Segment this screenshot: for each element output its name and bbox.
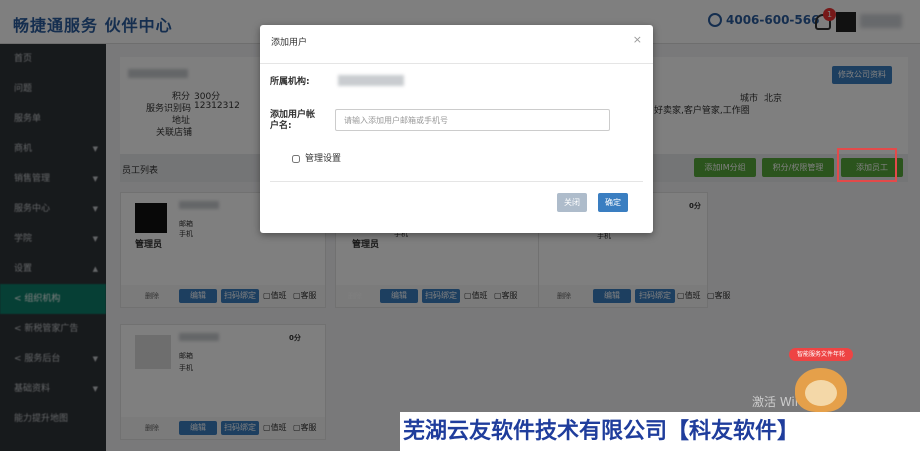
dialog-title: 添加用户 [271, 38, 308, 48]
mascot-face [805, 380, 837, 406]
admin-checkbox-input[interactable] [292, 154, 300, 163]
org-label: 所属机构: [270, 77, 310, 87]
cancel-button[interactable]: 关闭 [557, 193, 587, 212]
highlight-box [837, 148, 897, 182]
mascot-tag[interactable]: 智能服务文件年轮 [789, 348, 853, 361]
company-watermark: 芜湖云友软件技术有限公司【科友软件】 [400, 412, 920, 451]
add-user-dialog: 添加用户 × 所属机构: 添加用户帐户名: 管理设置 关闭 确定 [260, 25, 653, 233]
account-input[interactable] [335, 109, 610, 131]
confirm-button[interactable]: 确定 [598, 193, 628, 212]
account-label: 添加用户帐户名: [270, 110, 316, 131]
admin-checkbox-label: 管理设置 [305, 154, 342, 164]
divider [260, 63, 653, 64]
monkey-mascot-icon[interactable] [795, 368, 847, 412]
admin-checkbox[interactable]: 管理设置 [292, 151, 341, 164]
org-value-blurred [338, 75, 404, 86]
divider [270, 181, 643, 182]
close-icon[interactable]: × [633, 33, 642, 46]
